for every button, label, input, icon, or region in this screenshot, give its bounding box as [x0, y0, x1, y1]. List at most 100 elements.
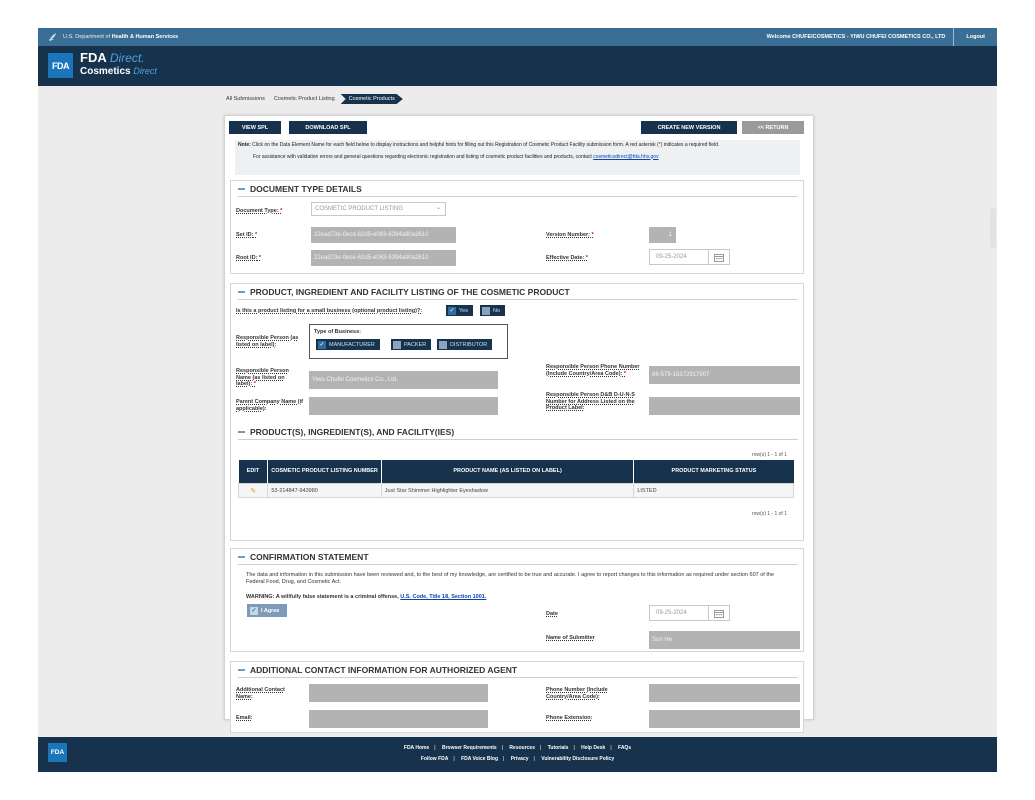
hhs-bar: U.S. Department of Health & Human Servic…: [38, 28, 997, 46]
checkbox-empty-icon: [393, 340, 401, 349]
effective-date-label[interactable]: Effective Date: *: [546, 255, 588, 262]
chevron-down-icon: ⌄: [435, 205, 441, 211]
table-row: ✎ 53-214847-943980 Just Star Shimmer Hig…: [237, 483, 794, 498]
root-id-label[interactable]: Root ID: *: [236, 255, 261, 262]
i-agree-checkbox[interactable]: ✓ I Agree: [247, 604, 288, 617]
footer-link-privacy[interactable]: Privacy: [511, 756, 529, 762]
check-icon: ✓: [318, 340, 326, 349]
table-header-row: EDIT COSMETIC PRODUCT LISTING NUMBER PRO…: [238, 460, 794, 484]
check-icon: ✓: [448, 306, 456, 315]
return-button[interactable]: << RETURN: [742, 121, 804, 134]
packer-checkbox[interactable]: PACKER: [391, 339, 432, 350]
extension-field[interactable]: [649, 710, 800, 728]
rp-name-field[interactable]: Yiwu Chufei Cosmetics Co., Ltd.: [309, 371, 498, 389]
contact-name-field[interactable]: [309, 684, 488, 702]
hhs-eagle-icon: [49, 33, 56, 41]
root-id-field[interactable]: 22ead73e-0ece-62d5-e063-6394a90a2610: [311, 250, 456, 266]
check-icon: ✓: [250, 606, 258, 615]
view-spl-button[interactable]: VIEW SPL: [229, 121, 281, 134]
brand-fda: FDA: [80, 50, 107, 65]
rp-phone-label[interactable]: Responsible Person Phone Number (Include…: [546, 364, 641, 377]
set-id-label[interactable]: Set ID: *: [236, 232, 257, 239]
footer-link-tutorials[interactable]: Tutorials: [548, 745, 569, 751]
rows-count-bottom: row(s) 1 - 1 of 1: [751, 511, 787, 517]
note-text: Note: Click on the Data Element Name for…: [238, 142, 720, 148]
listing-section: PRODUCT, INGREDIENT AND FACILITY LISTING…: [230, 283, 804, 541]
agent-title: ADDITIONAL CONTACT INFORMATION FOR AUTHO…: [238, 665, 517, 675]
agent-phone-label[interactable]: Phone Number (Include Country/Area Code)…: [546, 687, 641, 700]
contact-name-label[interactable]: Additional Contact Name:: [236, 687, 298, 700]
us-code-link[interactable]: U.S. Code, Title 18, Section 1001.: [400, 594, 486, 600]
create-new-version-button[interactable]: CREATE NEW VERSION: [641, 121, 737, 134]
assist-email-link[interactable]: cosmeticsdirect@fda.hhs.gov: [593, 154, 658, 160]
checkbox-empty-icon: [439, 340, 447, 349]
set-id-field[interactable]: 22ead73e-0ecd-62d5-e063-6394a90a2610: [311, 227, 456, 243]
duns-field[interactable]: [649, 397, 800, 415]
footer-links-row2: Follow FDA | FDA Voice Blog | Privacy | Vul…: [420, 756, 615, 762]
date-label[interactable]: Date: [546, 611, 558, 618]
effective-date-field[interactable]: 09-25-2024: [649, 249, 730, 265]
rp-name-label[interactable]: Responsible Person Name (as listed on la…: [236, 368, 298, 388]
duns-label[interactable]: Responsible Person D&B D-U-N-S Number fo…: [546, 392, 641, 412]
warning-text: WARNING: A willfully false statement is …: [246, 594, 487, 600]
manufacturer-checkbox[interactable]: ✓ MANUFACTURER: [316, 339, 380, 350]
footer-link-voice-blog[interactable]: FDA Voice Blog: [461, 756, 498, 762]
distributor-checkbox[interactable]: DISTRIBUTOR: [437, 339, 493, 350]
rows-count-top: row(s) 1 - 1 of 1: [751, 452, 787, 458]
submitter-field[interactable]: Sun He: [649, 631, 800, 649]
product-name-cell: Just Star Shimmer Highlighter Eyeshadow: [380, 483, 635, 498]
footer-link-vulnerability[interactable]: Vulnerability Disclosure Policy: [541, 756, 614, 762]
calendar-icon[interactable]: [708, 606, 729, 620]
fda-logo[interactable]: FDA: [48, 53, 73, 78]
agent-phone-field[interactable]: [649, 684, 800, 702]
welcome-text: Welcome CHUFEICOSMETICS - YIWU CHUFEI CO…: [766, 34, 946, 40]
type-of-business-box: Type of Business: ✓ MANUFACTURER PACKER D…: [309, 324, 508, 359]
parent-company-field[interactable]: [309, 397, 498, 415]
small-business-label[interactable]: Is this a product listing for a small bu…: [236, 308, 422, 315]
footer-link-browser-requirements[interactable]: Browser Requirements: [442, 745, 497, 751]
email-label[interactable]: Email:: [236, 715, 253, 722]
note-box: Note: Click on the Data Element Name for…: [235, 140, 800, 175]
logout-link[interactable]: Logout: [953, 28, 997, 46]
version-number-field[interactable]: 1: [649, 227, 676, 243]
col-listing-number[interactable]: COSMETIC PRODUCT LISTING NUMBER: [267, 460, 382, 484]
rp-phone-field[interactable]: 86-579-15372917907: [649, 366, 800, 384]
document-type-select[interactable]: COSMETIC PRODUCT LISTING ⌄: [311, 202, 446, 216]
footer-link-follow-fda[interactable]: Follow FDA: [421, 756, 449, 762]
footer-link-fda-home[interactable]: FDA Home: [404, 745, 429, 751]
email-field[interactable]: [309, 710, 488, 728]
small-business-yes-checkbox[interactable]: ✓ Yes: [446, 305, 473, 316]
confirmation-section: CONFIRMATION STATEMENT The data and info…: [230, 548, 804, 652]
confirmation-date-field[interactable]: 09-25-2024: [649, 605, 730, 621]
col-marketing-status[interactable]: PRODUCT MARKETING STATUS: [633, 460, 794, 484]
submitter-label[interactable]: Name of Submitter: [546, 635, 595, 642]
products-table: EDIT COSMETIC PRODUCT LISTING NUMBER PRO…: [237, 460, 794, 498]
edit-cell: ✎: [237, 483, 269, 498]
brand-title[interactable]: FDA Direct. Cosmetics Direct: [80, 51, 157, 78]
footer-link-faqs[interactable]: FAQs: [618, 745, 631, 751]
document-type-title: DOCUMENT TYPE DETAILS: [238, 184, 362, 194]
brand-header: FDA FDA Direct. Cosmetics Direct: [38, 46, 997, 86]
brand-cosmetics: Cosmetics: [80, 66, 131, 77]
download-spl-button[interactable]: DOWNLOAD SPL: [289, 121, 367, 134]
document-type-label[interactable]: Document Type: *: [236, 208, 282, 215]
parent-company-label[interactable]: Parent Company Name (if applicable):: [236, 399, 306, 412]
breadcrumb-all-submissions[interactable]: All Submissions: [226, 96, 265, 102]
document-type-section: DOCUMENT TYPE DETAILS Document Type: * C…: [230, 180, 804, 274]
footer-link-help-desk[interactable]: Help Desk: [581, 745, 605, 751]
small-business-no-checkbox[interactable]: No: [480, 305, 506, 316]
breadcrumb-cosmetic-products: Cosmetic Products: [340, 94, 403, 104]
responsible-person-label[interactable]: Responsible Person (as listed on label):: [236, 335, 301, 348]
calendar-icon[interactable]: [708, 250, 729, 264]
version-number-label[interactable]: Version Number: *: [546, 232, 594, 239]
col-edit[interactable]: EDIT: [238, 460, 269, 484]
pencil-icon[interactable]: ✎: [250, 488, 256, 495]
footer-link-resources[interactable]: Resources: [509, 745, 535, 751]
breadcrumb-product-listing[interactable]: Cosmetic Product Listing: [274, 96, 335, 102]
type-of-business-label: Type of Business:: [314, 329, 361, 335]
extension-label[interactable]: Phone Extension:: [546, 715, 592, 722]
col-product-name[interactable]: PRODUCT NAME (AS LISTED ON LABEL): [381, 460, 635, 484]
hhs-brand[interactable]: U.S. Department of Health & Human Servic…: [38, 32, 178, 42]
brand-direct: Direct.: [109, 51, 145, 65]
scrollbar[interactable]: [990, 208, 996, 248]
